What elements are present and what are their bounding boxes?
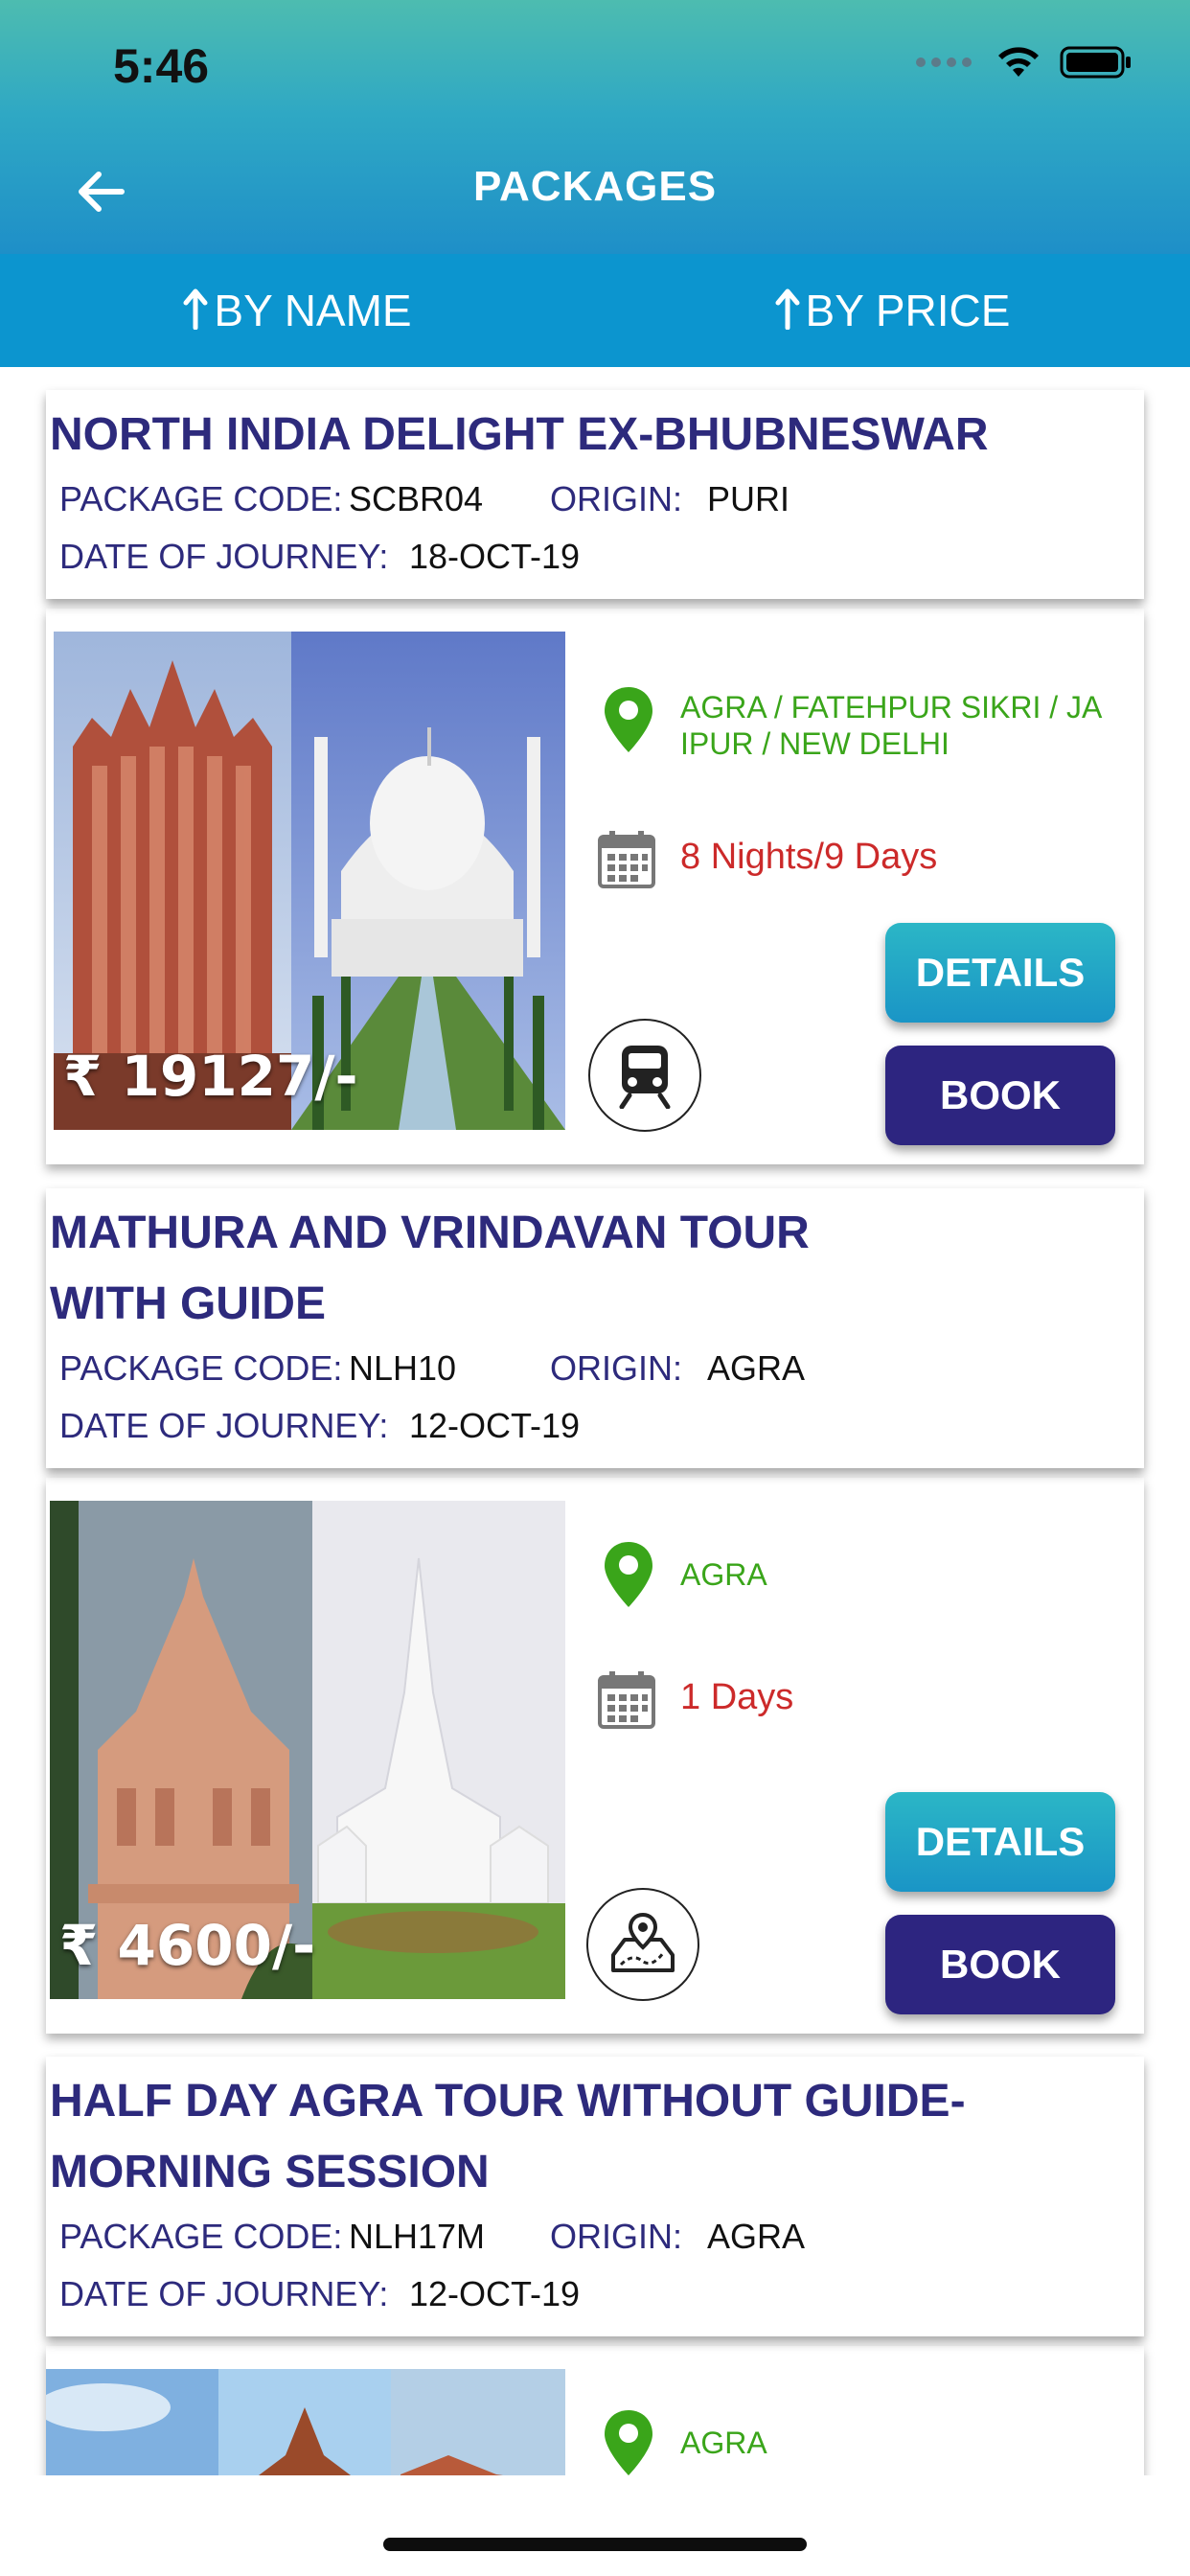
home-indicator[interactable] xyxy=(383,2538,807,2551)
package-photo[interactable]: ₹ 4600/- xyxy=(50,1501,565,1999)
map-route-icon xyxy=(611,1912,675,1972)
package-card-body: AGRA xyxy=(46,2346,1144,2475)
sort-by-price-label: BY PRICE xyxy=(805,286,1011,335)
package-locations: AGRA xyxy=(680,2425,1131,2461)
package-title: HALF DAY AGRA TOUR WITHOUT GUIDE- MORNIN… xyxy=(48,2066,1144,2208)
package-card-header: MATHURA AND VRINDAVAN TOUR WITH GUIDE PA… xyxy=(46,1188,1144,1468)
arrow-up-icon xyxy=(183,288,208,330)
package-list: NORTH INDIA DELIGHT EX-BHUBNESWAR PACKAG… xyxy=(0,367,1190,2475)
package-code-value: NLH10 xyxy=(349,1348,457,1388)
package-card[interactable]: MATHURA AND VRINDAVAN TOUR WITH GUIDE PA… xyxy=(46,1188,1144,2034)
package-card-header: HALF DAY AGRA TOUR WITHOUT GUIDE- MORNIN… xyxy=(46,2057,1144,2336)
locations-line: AGRA xyxy=(680,2426,767,2460)
location-pin-icon xyxy=(605,1542,652,1607)
package-card[interactable]: HALF DAY AGRA TOUR WITHOUT GUIDE- MORNIN… xyxy=(46,2057,1144,2475)
package-price: ₹ 4600/- xyxy=(59,1913,316,1978)
package-card-body: ₹ 19127/- AGRA / FATEHPUR SIKRI / JA IPU… xyxy=(46,609,1144,1164)
date-of-journey-label: DATE OF JOURNEY: xyxy=(59,537,389,576)
package-meta-row: PACKAGE CODE: NLH17M ORIGIN: AGRA xyxy=(48,2208,1144,2266)
package-title-line: MORNING SESSION xyxy=(50,2147,490,2197)
package-code-label: PACKAGE CODE: xyxy=(59,1348,343,1388)
package-locations: AGRA xyxy=(680,1556,1131,1593)
page-title: PACKAGES xyxy=(472,163,718,210)
transport-mode-badge xyxy=(586,1888,699,2001)
location-pin-icon xyxy=(605,2410,652,2475)
package-code-label: PACKAGE CODE: xyxy=(59,479,343,518)
package-photo[interactable] xyxy=(46,2369,565,2475)
calendar-icon xyxy=(598,1671,655,1729)
package-code-value: NLH17M xyxy=(349,2217,486,2256)
status-time: 5:46 xyxy=(113,39,210,93)
package-code-value: SCBR04 xyxy=(349,479,484,518)
package-duration: 8 Nights/9 Days xyxy=(680,837,938,877)
date-of-journey-value: 18-OCT-19 xyxy=(409,537,581,576)
details-button[interactable]: DETAILS xyxy=(885,1792,1115,1892)
date-of-journey-label: DATE OF JOURNEY: xyxy=(59,2274,389,2313)
transport-mode-badge xyxy=(588,1019,701,1132)
origin-value: AGRA xyxy=(707,2217,806,2256)
wifi-icon xyxy=(998,47,1039,77)
details-button[interactable]: DETAILS xyxy=(885,923,1115,1023)
calendar-icon xyxy=(598,831,655,888)
arrow-up-icon xyxy=(775,288,800,330)
agra-monuments-image xyxy=(46,2369,565,2475)
package-title-line: WITH GUIDE xyxy=(50,1278,326,1329)
package-title: NORTH INDIA DELIGHT EX-BHUBNESWAR xyxy=(50,409,989,460)
origin-label: ORIGIN: xyxy=(550,1348,683,1388)
locations-line: IPUR / NEW DELHI xyxy=(680,726,950,761)
package-meta-row: PACKAGE CODE: NLH10 ORIGIN: AGRA xyxy=(48,1340,1144,1397)
package-code-label: PACKAGE CODE: xyxy=(59,2217,343,2256)
origin-label: ORIGIN: xyxy=(550,2217,683,2256)
origin-value: PURI xyxy=(707,479,790,518)
date-of-journey-value: 12-OCT-19 xyxy=(409,2274,581,2313)
package-date-row: DATE OF JOURNEY: 12-OCT-19 xyxy=(48,2266,1144,2323)
date-of-journey-label: DATE OF JOURNEY: xyxy=(59,1406,389,1445)
package-title-line: HALF DAY AGRA TOUR WITHOUT GUIDE- xyxy=(50,2076,966,2127)
train-icon xyxy=(619,1046,671,1109)
package-card-body: ₹ 4600/- AGRA 1 Days DETAILS BOOK xyxy=(46,1478,1144,2034)
cellular-signal-icon xyxy=(916,58,972,67)
book-button[interactable]: BOOK xyxy=(885,1046,1115,1145)
package-duration: 1 Days xyxy=(680,1677,794,1717)
battery-icon xyxy=(1060,46,1131,79)
package-meta-row: PACKAGE CODE: SCBR04 ORIGIN: PURI xyxy=(48,471,1144,528)
sort-by-price-button[interactable]: BY PRICE xyxy=(595,254,1190,367)
package-title: MATHURA AND VRINDAVAN TOUR WITH GUIDE xyxy=(48,1198,1144,1340)
sort-bar: BY NAME BY PRICE xyxy=(0,254,1190,367)
package-photo[interactable]: ₹ 19127/- xyxy=(54,632,565,1130)
package-date-row: DATE OF JOURNEY: 18-OCT-19 xyxy=(48,528,1144,586)
date-of-journey-value: 12-OCT-19 xyxy=(409,1406,581,1445)
book-button[interactable]: BOOK xyxy=(885,1915,1115,2014)
location-pin-icon xyxy=(605,687,652,752)
package-card[interactable]: NORTH INDIA DELIGHT EX-BHUBNESWAR PACKAG… xyxy=(46,390,1144,1164)
package-date-row: DATE OF JOURNEY: 12-OCT-19 xyxy=(48,1397,1144,1455)
nav-row: PACKAGES xyxy=(0,144,1190,240)
sort-by-name-label: BY NAME xyxy=(214,286,412,335)
status-icons xyxy=(916,44,1133,80)
origin-label: ORIGIN: xyxy=(550,479,683,518)
locations-line: AGRA xyxy=(680,1557,767,1592)
sort-by-name-button[interactable]: BY NAME xyxy=(0,254,595,367)
package-card-header: NORTH INDIA DELIGHT EX-BHUBNESWAR PACKAG… xyxy=(46,390,1144,599)
package-price: ₹ 19127/- xyxy=(63,1044,358,1109)
package-title-line: MATHURA AND VRINDAVAN TOUR xyxy=(50,1208,810,1258)
package-locations: AGRA / FATEHPUR SIKRI / JA IPUR / NEW DE… xyxy=(680,689,1131,762)
locations-line: AGRA / FATEHPUR SIKRI / JA xyxy=(680,690,1103,724)
origin-value: AGRA xyxy=(707,1348,806,1388)
header-bar: 5:46 PACKAGES xyxy=(0,0,1190,254)
